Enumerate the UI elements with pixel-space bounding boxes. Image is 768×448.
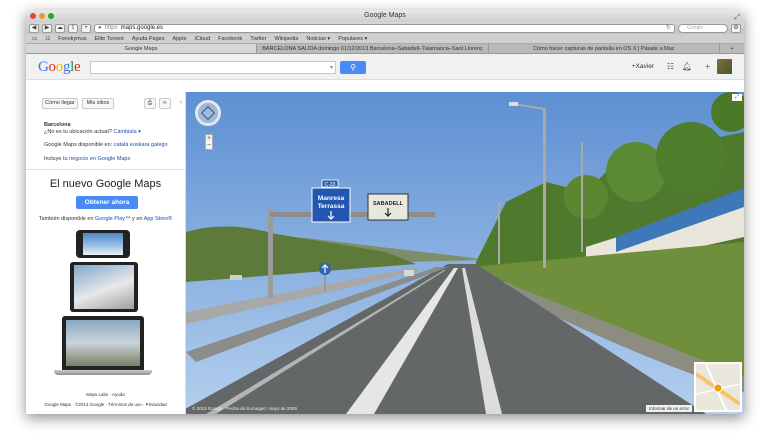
tab-google-maps[interactable]: Google Maps	[26, 44, 258, 53]
share-icon[interactable]: ⇪	[68, 23, 78, 33]
tablet-image	[70, 262, 138, 312]
mini-map-image	[696, 364, 740, 410]
google-header: Google ▾ ⚲ +Xavier ☷ 🔔︎ +	[26, 54, 744, 80]
forward-button[interactable]: ▶	[42, 23, 52, 33]
address-bar[interactable]: ● https maps.google.es ↻	[94, 23, 675, 33]
zoom-in-button[interactable]: +	[206, 135, 212, 142]
bookmark-item[interactable]: Populares ▾	[338, 36, 367, 42]
title-bar: Google Maps ⤢	[26, 10, 744, 22]
laptop-image	[62, 316, 144, 370]
sign-destination-1: Manresa	[318, 195, 345, 202]
route-plate-text: C-33	[325, 182, 336, 188]
cloud-icon[interactable]: ☁	[55, 23, 65, 33]
sign-sabadell: SABADELL	[373, 201, 404, 207]
browser-toolbar: ◀ ▶ ☁ ⇪ + ● https maps.google.es ↻ Googl…	[26, 22, 744, 34]
mini-map[interactable]	[694, 362, 742, 412]
directions-button[interactable]: Cómo llegar	[42, 98, 78, 109]
zoom-control[interactable]: + −	[205, 134, 213, 150]
url-text: maps.google.es	[120, 24, 164, 31]
bookmark-item[interactable]: Ayuda Pages	[132, 36, 165, 42]
change-location-link[interactable]: Cámbiala ▾	[113, 129, 141, 135]
avatar[interactable]	[717, 59, 732, 74]
tab-barcelona-salida[interactable]: BARCELONA SALIDA domingo 01/12/2013 Barc…	[257, 44, 489, 53]
zoom-out-button[interactable]: −	[206, 142, 212, 149]
expand-icon[interactable]: ⤢	[732, 94, 742, 101]
app-store-link[interactable]: App Store®	[144, 216, 173, 222]
back-button[interactable]: ◀	[29, 23, 39, 33]
phone-image	[76, 230, 130, 258]
language-links[interactable]: català euskara galego	[114, 142, 168, 148]
google-logo[interactable]: Google	[38, 59, 81, 76]
search-icon: ⚲	[350, 63, 356, 72]
maps-search-input[interactable]: ▾	[90, 61, 336, 74]
bookmarks-grid-icon[interactable]: ☷	[45, 36, 50, 42]
reload-icon[interactable]: ↻	[666, 25, 671, 32]
google-play-link[interactable]: Google Play™	[95, 216, 130, 222]
window-title: Google Maps	[364, 12, 406, 19]
report-problem-link[interactable]: Informar de un error	[645, 405, 692, 412]
bookmark-item[interactable]: Facebook	[218, 36, 242, 42]
add-bookmark-button[interactable]: +	[81, 23, 91, 33]
apps-grid-icon[interactable]: ☷	[667, 62, 674, 71]
promo-sub-text: También disponible en	[38, 216, 94, 222]
user-name-link[interactable]: +Xavier	[632, 63, 654, 70]
bookmark-item[interactable]: Elite Torrent	[95, 36, 124, 42]
bookmarks-bar: ▭ ☷ Fonokymus Elite Torrent Ayuda Pages …	[26, 34, 744, 44]
street-view-image: C-33 Manresa Terrassa SABADELL	[186, 92, 744, 414]
reading-list-icon[interactable]: ▭	[32, 36, 37, 42]
url-scheme: https	[104, 24, 118, 31]
divider	[26, 169, 185, 170]
bookmark-item[interactable]: Wikipedia	[274, 36, 298, 42]
tab-pasate-a-mac[interactable]: Cómo hacer capturas de pantalla en OS X …	[489, 44, 720, 53]
footer-copyright: Google Maps · ©2013 Google · Términos de…	[44, 402, 167, 407]
browser-window: Google Maps ⤢ ◀ ▶ ☁ ⇪ + ● https maps.goo…	[26, 10, 744, 414]
available-languages-label: Google Maps disponible en:	[44, 142, 113, 148]
street-view-panel[interactable]: C-33 Manresa Terrassa SABADELL + − ⤢ © 2…	[186, 92, 744, 414]
laptop-base	[54, 370, 152, 375]
sidebar-panel: Cómo llegar Mis sitios ⎙ ∞ ‹ Barcelona ¿…	[26, 92, 186, 414]
tab-bar: Google Maps BARCELONA SALIDA domingo 01/…	[26, 44, 744, 54]
main-content: Cómo llegar Mis sitios ⎙ ∞ ‹ Barcelona ¿…	[26, 92, 744, 414]
business-link[interactable]: negocio en Google Maps	[69, 156, 130, 162]
sign-destination-2: Terrassa	[318, 203, 345, 210]
bookmark-item[interactable]: iCloud	[195, 36, 211, 42]
search-button[interactable]: ⚲	[340, 61, 366, 74]
bookmark-item[interactable]: Noticias ▾	[306, 36, 330, 42]
favicon: ●	[98, 24, 102, 31]
collapse-panel-icon[interactable]: ‹	[180, 100, 182, 106]
promo-sub-text: y en	[132, 216, 143, 222]
settings-gear-icon[interactable]: ⚙	[731, 23, 741, 33]
chevron-down-icon[interactable]: ▾	[330, 62, 333, 74]
imagery-copyright: © 2013 Google · Fecha de la imagen: mayo…	[192, 406, 297, 411]
get-new-maps-button[interactable]: Obtener ahora	[76, 196, 138, 209]
footer-links[interactable]: Maps Labs · Ayuda	[26, 392, 185, 397]
zoom-window-button[interactable]	[48, 13, 54, 19]
compass-icon	[200, 105, 216, 121]
share-plus-icon[interactable]: +	[705, 62, 710, 71]
minimize-window-button[interactable]	[39, 13, 45, 19]
location-title: Barcelona	[44, 122, 71, 128]
new-tab-button[interactable]: +	[720, 44, 744, 53]
bookmark-item[interactable]: Twitter	[250, 36, 266, 42]
bookmark-item[interactable]: Apple	[172, 36, 186, 42]
bookmark-item[interactable]: Fonokymus	[58, 36, 86, 42]
notifications-bell-icon[interactable]: 🔔︎	[682, 62, 692, 71]
compass-control[interactable]	[195, 100, 221, 126]
promo-availability: También disponible en Google Play™ y en …	[26, 216, 185, 222]
location-question: ¿No es tu ubicación actual?	[44, 129, 112, 135]
include-business-label: Incluye tu	[44, 156, 68, 162]
promo-title: El nuevo Google Maps	[49, 178, 162, 190]
print-icon[interactable]: ⎙	[144, 98, 156, 109]
link-icon[interactable]: ∞	[159, 98, 171, 109]
fullscreen-icon[interactable]: ⤢	[734, 12, 740, 24]
close-window-button[interactable]	[30, 13, 36, 19]
search-field[interactable]: Google	[678, 23, 728, 33]
my-places-button[interactable]: Mis sitios	[82, 98, 114, 109]
